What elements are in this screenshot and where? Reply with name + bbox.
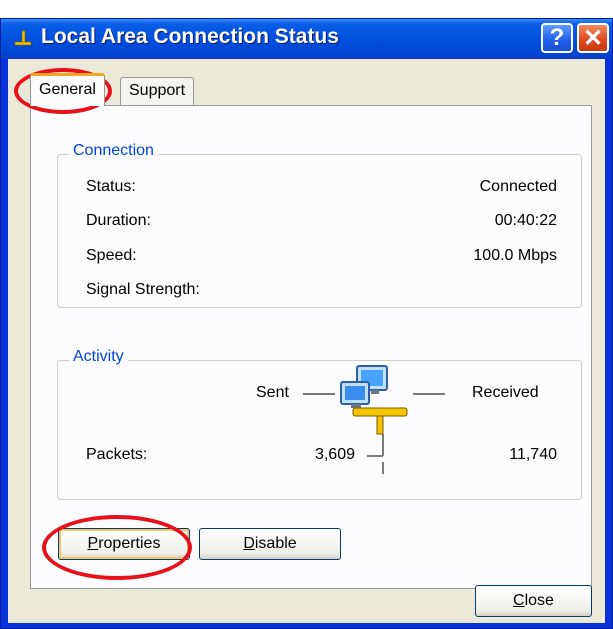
disable-button[interactable]: Disable — [199, 528, 341, 560]
connection-group-title: Connection — [69, 142, 158, 160]
received-label: Received — [472, 384, 539, 401]
close-window-button[interactable]: ✕ — [577, 23, 609, 53]
speed-value: 100.0 Mbps — [473, 247, 557, 264]
disable-accel: D — [243, 535, 255, 552]
status-label: Status: — [86, 178, 136, 195]
properties-label: roperties — [98, 535, 161, 552]
properties-button[interactable]: Properties — [58, 528, 190, 560]
help-button[interactable]: ? — [541, 23, 573, 53]
properties-accel: P — [87, 535, 99, 552]
signal-strength-label: Signal Strength: — [86, 281, 200, 298]
general-tab-panel: Connection Status: Connected Duration: 0… — [30, 105, 592, 589]
tab-general[interactable]: General — [30, 73, 105, 106]
duration-label: Duration: — [86, 212, 151, 229]
network-connection-icon — [14, 30, 32, 46]
received-packets-value: 11,740 — [509, 446, 557, 463]
duration-value: 00:40:22 — [494, 212, 557, 229]
tab-support[interactable]: Support — [120, 77, 195, 105]
packets-label: Packets: — [86, 446, 148, 463]
activity-group-title: Activity — [69, 348, 128, 366]
close-accel: C — [513, 592, 525, 609]
speed-label: Speed: — [86, 247, 137, 264]
sent-packets-value: 3,609 — [314, 446, 355, 463]
title-bar[interactable]: Local Area Connection Status ? ✕ — [1, 19, 612, 59]
close-label: lose — [524, 592, 554, 609]
disable-label: isable — [254, 535, 297, 552]
close-button[interactable]: Close — [475, 585, 592, 617]
status-value: Connected — [479, 178, 557, 195]
dialog-window: Local Area Connection Status ? ✕ General… — [0, 18, 613, 629]
window-title: Local Area Connection Status — [41, 25, 339, 48]
sent-label: Sent — [256, 384, 289, 401]
dialog-body: General Support Connection Status: Conne… — [8, 59, 605, 623]
